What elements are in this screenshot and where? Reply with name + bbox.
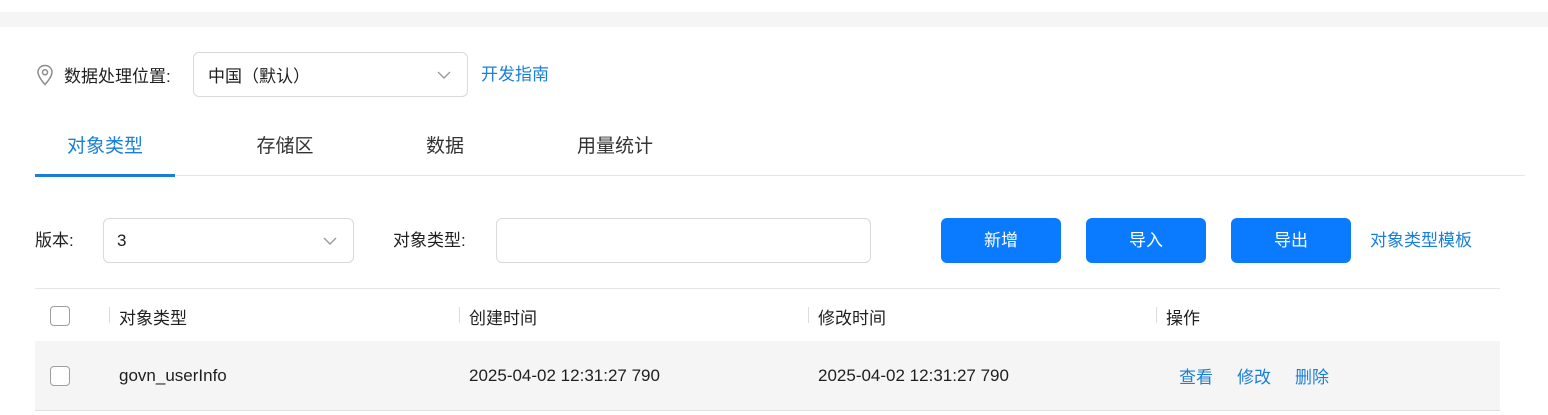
column-header-actions: 操作 <box>1166 308 1200 328</box>
cell-object-type: govn_userInfo <box>119 365 227 385</box>
object-type-input[interactable] <box>496 218 871 263</box>
add-button[interactable]: 新增 <box>941 218 1061 263</box>
version-select[interactable]: 3 <box>103 218 354 263</box>
cell-created-time: 2025-04-02 12:31:27 790 <box>469 365 660 385</box>
column-divider <box>1156 307 1157 323</box>
column-header-modified[interactable]: 修改时间 <box>818 289 886 341</box>
tab-data[interactable]: 数据 <box>410 120 480 176</box>
tab-bar: 对象类型 存储区 数据 用量统计 <box>35 120 1525 177</box>
row-checkbox[interactable] <box>50 365 70 386</box>
top-strip <box>0 12 1548 27</box>
table-row: govn_userInfo 2025-04-02 12:31:27 790 20… <box>35 341 1500 411</box>
version-label: 版本: <box>35 231 74 250</box>
tab-object-type[interactable]: 对象类型 <box>35 120 175 177</box>
column-divider <box>459 307 460 323</box>
view-action-link[interactable]: 查看 <box>1179 363 1213 388</box>
cell-modified-time: 2025-04-02 12:31:27 790 <box>818 365 1009 385</box>
column-divider <box>808 307 809 323</box>
column-header-object-type[interactable]: 对象类型 <box>119 289 187 341</box>
chevron-down-icon <box>437 71 451 79</box>
tab-storage[interactable]: 存储区 <box>235 120 335 176</box>
chevron-down-icon <box>323 237 337 245</box>
header-checkbox-cell <box>50 289 70 341</box>
dev-guide-link[interactable]: 开发指南 <box>481 52 549 97</box>
delete-action-link[interactable]: 删除 <box>1295 363 1329 388</box>
import-button[interactable]: 导入 <box>1086 218 1206 263</box>
tab-usage-stats[interactable]: 用量统计 <box>565 120 665 176</box>
object-type-label: 对象类型: <box>393 231 466 250</box>
edit-action-link[interactable]: 修改 <box>1237 363 1271 388</box>
column-divider <box>109 307 110 323</box>
table-header: 对象类型 创建时间 修改时间 操作 <box>35 288 1500 341</box>
region-select-value: 中国（默认） <box>208 67 310 86</box>
object-type-table: 对象类型 创建时间 修改时间 操作 govn_userInfo 2025-04-… <box>35 288 1500 411</box>
row-checkbox-cell <box>50 341 70 410</box>
region-row: 数据处理位置: <box>36 52 171 97</box>
location-pin-icon <box>36 63 58 87</box>
filter-row: 版本: 3 对象类型: 新增 导入 导出 对象类型模板 <box>0 218 1548 263</box>
object-type-template-link[interactable]: 对象类型模板 <box>1370 218 1472 263</box>
region-label: 数据处理位置: <box>64 67 171 86</box>
column-header-created[interactable]: 创建时间 <box>469 289 537 341</box>
cell-actions: 查看 修改 删除 <box>1179 341 1353 410</box>
region-select[interactable]: 中国（默认） <box>193 52 468 97</box>
version-select-value: 3 <box>117 231 127 250</box>
export-button[interactable]: 导出 <box>1231 218 1351 263</box>
select-all-checkbox[interactable] <box>50 306 70 326</box>
